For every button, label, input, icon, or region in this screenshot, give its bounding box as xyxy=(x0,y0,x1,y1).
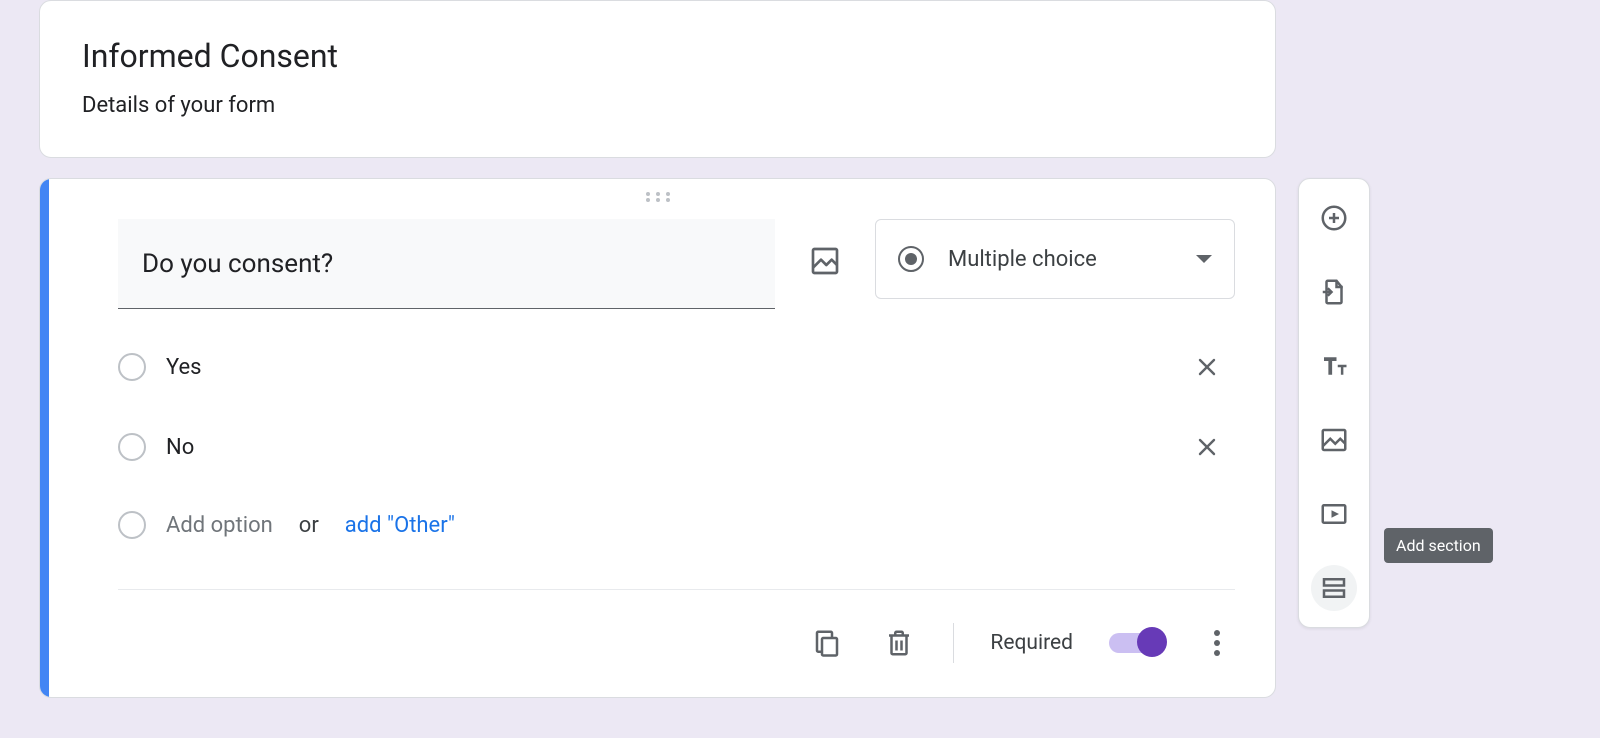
option-input[interactable]: Yes xyxy=(166,355,202,380)
radio-indicator-icon xyxy=(118,511,146,539)
question-footer: Required xyxy=(118,615,1235,671)
selection-indicator xyxy=(40,179,49,697)
remove-option-button[interactable] xyxy=(1195,435,1235,459)
import-icon xyxy=(1319,277,1349,307)
delete-button[interactable] xyxy=(881,625,917,661)
image-icon xyxy=(809,245,841,277)
radio-indicator-icon xyxy=(118,433,146,461)
option-row: No xyxy=(118,427,1235,467)
form-header-card[interactable]: Informed Consent Details of your form xyxy=(39,0,1276,158)
image-icon xyxy=(1319,425,1349,455)
drag-handle[interactable] xyxy=(644,191,672,203)
remove-option-button[interactable] xyxy=(1195,355,1235,379)
close-icon xyxy=(1195,435,1219,459)
close-icon xyxy=(1195,355,1219,379)
option-input[interactable]: No xyxy=(166,435,194,460)
add-other-button[interactable]: add "Other" xyxy=(345,513,455,538)
add-image-toolbar-button[interactable] xyxy=(1311,417,1357,463)
form-title[interactable]: Informed Consent xyxy=(82,37,1233,75)
chevron-down-icon xyxy=(1196,255,1212,263)
required-toggle[interactable] xyxy=(1109,633,1163,653)
vertical-divider xyxy=(953,623,954,663)
trash-icon xyxy=(884,628,914,658)
radio-indicator-icon xyxy=(118,353,146,381)
add-section-button[interactable] xyxy=(1311,565,1357,611)
plus-circle-icon xyxy=(1319,203,1349,233)
add-image-button[interactable] xyxy=(805,241,845,281)
or-label: or xyxy=(299,513,319,538)
toggle-knob xyxy=(1137,627,1167,657)
add-question-button[interactable] xyxy=(1311,195,1357,241)
add-option-button[interactable]: Add option xyxy=(166,513,273,538)
add-video-button[interactable] xyxy=(1311,491,1357,537)
side-toolbar xyxy=(1298,178,1370,628)
add-option-row: Add option or add "Other" xyxy=(118,505,1235,545)
video-icon xyxy=(1319,499,1349,529)
radio-icon xyxy=(898,246,924,272)
copy-icon xyxy=(812,628,842,658)
form-description[interactable]: Details of your form xyxy=(82,93,1233,118)
required-label: Required xyxy=(990,631,1073,655)
add-title-button[interactable] xyxy=(1311,343,1357,389)
duplicate-button[interactable] xyxy=(809,625,845,661)
tooltip: Add section xyxy=(1384,528,1493,563)
more-vertical-icon xyxy=(1214,630,1220,656)
question-type-dropdown[interactable]: Multiple choice xyxy=(875,219,1235,299)
question-card: Do you consent? Multiple choice Yes xyxy=(39,178,1276,698)
drag-handle-icon xyxy=(644,191,672,203)
footer-divider xyxy=(118,589,1235,590)
question-type-label: Multiple choice xyxy=(948,247,1097,272)
section-icon xyxy=(1319,573,1349,603)
question-title-input[interactable]: Do you consent? xyxy=(118,219,775,309)
option-row: Yes xyxy=(118,347,1235,387)
text-icon xyxy=(1319,351,1349,381)
more-options-button[interactable] xyxy=(1199,625,1235,661)
import-questions-button[interactable] xyxy=(1311,269,1357,315)
